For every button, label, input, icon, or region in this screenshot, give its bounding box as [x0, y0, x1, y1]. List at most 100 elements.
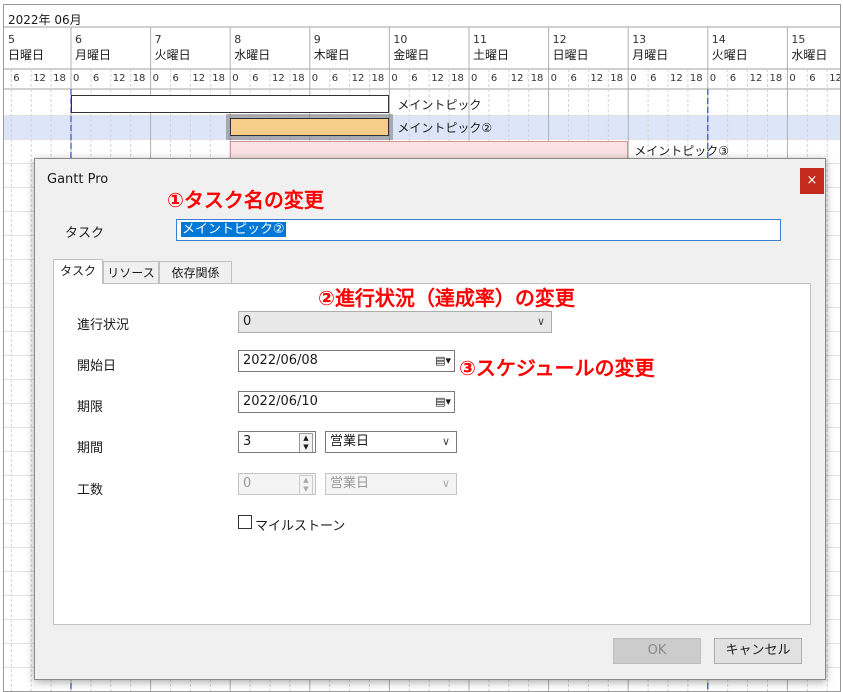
day-number: 14 — [711, 33, 726, 46]
hour-tick-label: 6 — [172, 73, 179, 84]
hour-tick-label: 6 — [809, 73, 816, 84]
due-date-value: 2022/06/10 — [243, 394, 318, 409]
hour-tick-label: 18 — [451, 73, 464, 84]
day-weekday: 火曜日 — [154, 48, 191, 62]
dialog-title: Gantt Pro — [47, 172, 109, 187]
milestone-checkbox[interactable] — [238, 515, 252, 529]
day-weekday: 水曜日 — [234, 48, 271, 62]
day-number: 13 — [632, 33, 647, 46]
task-label: タスク — [65, 226, 105, 241]
day-number: 5 — [8, 33, 15, 46]
hour-tick-label: 6 — [331, 73, 339, 84]
annotation-task-name: ①タスク名の変更 — [167, 188, 324, 212]
day-number: 7 — [154, 33, 162, 46]
hour-tick-label: 0 — [232, 73, 239, 84]
hour-tick-label: 0 — [709, 73, 717, 84]
progress-label: 進行状況 — [77, 318, 130, 333]
duration-label: 期間 — [77, 441, 104, 456]
close-button[interactable]: × — [800, 168, 824, 194]
hour-tick-label: 0 — [550, 73, 557, 84]
task-bar-label: メイントピック② — [397, 121, 493, 135]
hour-tick-label: 12 — [272, 73, 285, 84]
hour-tick-label: 18 — [212, 73, 226, 84]
progress-dropdown[interactable]: 0 ∨ — [238, 311, 552, 333]
day-weekday: 月曜日 — [75, 48, 112, 62]
hour-tick-label: 18 — [689, 73, 703, 84]
hour-tick-label: 0 — [391, 73, 398, 84]
hour-tick-label: 6 — [13, 73, 20, 84]
calendar-dropdown-icon[interactable]: ▤▾ — [435, 351, 451, 371]
annotation-schedule: ③スケジュールの変更 — [459, 356, 655, 380]
due-date-input[interactable]: 2022/06/10 ▤▾ — [238, 391, 455, 413]
duration-value: 3 — [243, 434, 252, 449]
hour-tick-label: 12 — [112, 73, 126, 84]
ok-button[interactable]: OK — [613, 638, 701, 664]
day-weekday: 月曜日 — [632, 48, 669, 62]
hour-tick-label: 12 — [33, 73, 46, 84]
start-date-value: 2022/06/08 — [243, 353, 318, 368]
start-date-input[interactable]: 2022/06/08 ▤▾ — [238, 350, 455, 372]
milestone-label: マイルストーン — [255, 519, 346, 534]
work-value: 0 — [243, 476, 252, 491]
hour-tick-label: 18 — [769, 73, 783, 84]
cancel-button[interactable]: キャンセル — [714, 638, 802, 664]
chevron-down-icon: ∨ — [441, 435, 450, 448]
hour-tick-label: 6 — [570, 73, 577, 84]
hour-tick-label: 12 — [510, 73, 524, 84]
hour-tick-label: 6 — [490, 73, 498, 84]
task-bar[interactable] — [230, 118, 390, 136]
chevron-down-icon: ∨ — [441, 477, 450, 490]
day-number: 15 — [791, 33, 806, 46]
task-bar[interactable] — [71, 95, 390, 113]
spin-arrows-icon[interactable]: ▲ ▼ — [299, 433, 313, 452]
hour-tick-label: 0 — [311, 73, 319, 84]
hour-tick-label: 0 — [152, 73, 159, 84]
tab-dependency[interactable]: 依存関係 — [159, 261, 232, 283]
hour-tick-label: 12 — [749, 73, 763, 84]
spin-arrows-icon: ▲ ▼ — [299, 475, 313, 494]
hour-tick-label: 6 — [729, 73, 737, 84]
hour-tick-label: 12 — [192, 73, 206, 84]
hour-tick-label: 6 — [411, 73, 418, 84]
progress-value: 0 — [243, 314, 252, 329]
hour-tick-label: 6 — [252, 73, 259, 84]
calendar-dropdown-icon[interactable]: ▤▾ — [435, 392, 451, 412]
day-weekday: 水曜日 — [791, 48, 828, 62]
day-number: 10 — [393, 33, 408, 46]
hour-tick-label: 0 — [471, 73, 478, 84]
work-unit-dropdown: 営業日 ∨ — [325, 473, 457, 495]
hour-tick-label: 12 — [431, 73, 444, 84]
day-weekday: 土曜日 — [473, 48, 510, 62]
day-weekday: 火曜日 — [711, 48, 748, 62]
due-date-label: 期限 — [77, 400, 104, 415]
hour-tick-label: 18 — [291, 73, 305, 84]
hour-tick-label: 12 — [829, 73, 841, 84]
hour-tick-label: 6 — [92, 73, 100, 84]
duration-stepper[interactable]: 3 ▲ ▼ — [238, 431, 316, 453]
hour-tick-label: 18 — [610, 73, 624, 84]
tab-task[interactable]: タスク — [53, 259, 103, 284]
tab-resource[interactable]: リソース — [103, 261, 159, 283]
day-number: 6 — [75, 33, 82, 46]
hour-tick-label: 12 — [590, 73, 604, 84]
hour-tick-label: 0 — [789, 73, 796, 84]
annotation-progress: ②進行状況（達成率）の変更 — [318, 286, 575, 310]
day-weekday: 日曜日 — [8, 48, 45, 62]
hour-tick-label: 18 — [530, 73, 544, 84]
work-unit: 営業日 — [330, 476, 370, 491]
duration-unit-dropdown[interactable]: 営業日 ∨ — [325, 431, 457, 453]
tab-panel-task — [53, 283, 811, 625]
task-bar[interactable] — [230, 141, 629, 159]
start-date-label: 開始日 — [77, 359, 117, 374]
hour-tick-label: 18 — [371, 73, 385, 84]
task-name-input[interactable]: メイントピック② — [176, 219, 781, 241]
task-bar-label: メイントピック③ — [634, 144, 729, 158]
hour-tick-label: 0 — [73, 73, 80, 84]
day-weekday: 日曜日 — [552, 48, 589, 62]
hour-tick-label: 12 — [670, 73, 683, 84]
hour-tick-label: 0 — [630, 73, 637, 84]
day-weekday: 木曜日 — [313, 48, 350, 62]
day-number: 12 — [552, 33, 567, 46]
chevron-down-icon: ∨ — [536, 315, 545, 328]
work-stepper: 0 ▲ ▼ — [238, 473, 316, 495]
